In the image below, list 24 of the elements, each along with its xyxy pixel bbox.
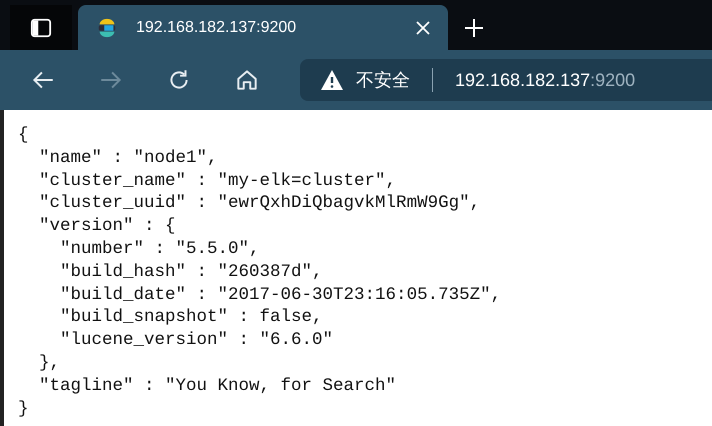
json-line: } — [18, 398, 29, 420]
json-line: "version" : { — [38, 215, 176, 238]
security-label[interactable]: 不安全 — [356, 68, 410, 92]
json-line: "number" : "5.5.0", — [59, 238, 260, 261]
json-line: "lucene_version" : "6.6.0" — [59, 329, 334, 352]
url-host: 192.168.182.137 — [455, 70, 590, 90]
new-tab-icon[interactable] — [464, 18, 484, 38]
json-line: "name" : "node1", — [38, 146, 218, 170]
warning-icon[interactable] — [320, 69, 344, 91]
close-icon[interactable] — [416, 20, 430, 34]
address-bar[interactable]: 不安全 192.168.182.137:9200 — [300, 59, 712, 101]
json-line: "build_snapshot" : false, — [59, 306, 323, 330]
json-line: "tagline" : "You Know, for Search" — [38, 374, 396, 398]
json-line: "build_hash" : "260387d", — [59, 260, 323, 284]
json-line: }, — [38, 352, 60, 375]
url-port: :9200 — [590, 70, 636, 90]
json-line: "cluster_name" : "my-elk=cluster", — [38, 170, 396, 192]
json-line: { — [18, 124, 29, 147]
sidebar-icon[interactable] — [30, 16, 52, 38]
json-line: "cluster_uuid" : "ewrQxhDiQbagvkMlRmW9Gg", — [38, 192, 480, 216]
browser-tab[interactable]: 192.168.182.137:9200 — [78, 5, 448, 50]
json-line: "build_date" : "2017-06-30T23:16:05.735Z", — [59, 284, 502, 306]
tab-title: 192.168.182.137:9200 — [136, 18, 298, 36]
logo-icon — [96, 16, 118, 38]
